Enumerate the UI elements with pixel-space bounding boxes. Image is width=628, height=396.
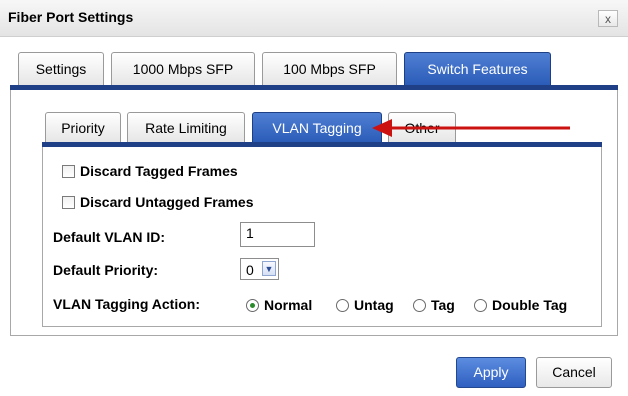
discard-untagged-checkbox[interactable] bbox=[62, 196, 75, 209]
tab-rate-limiting[interactable]: Rate Limiting bbox=[127, 112, 245, 142]
window-title: Fiber Port Settings bbox=[8, 9, 134, 25]
discard-untagged-label: Discard Untagged Frames bbox=[80, 194, 254, 210]
tab-100-mbps-sfp[interactable]: 100 Mbps SFP bbox=[262, 52, 397, 85]
vlan-action-label: VLAN Tagging Action: bbox=[53, 296, 200, 312]
discard-tagged-checkbox[interactable] bbox=[62, 165, 75, 178]
default-vlan-id-input[interactable]: 1 bbox=[240, 222, 315, 247]
tab-switch-features[interactable]: Switch Features bbox=[404, 52, 551, 85]
default-vlan-id-label: Default VLAN ID: bbox=[53, 229, 165, 245]
default-priority-label: Default Priority: bbox=[53, 262, 159, 278]
tab-settings[interactable]: Settings bbox=[18, 52, 104, 85]
radio-normal[interactable] bbox=[246, 299, 259, 312]
default-priority-select[interactable]: 0 ▼ bbox=[240, 258, 279, 280]
radio-untag-label: Untag bbox=[354, 297, 394, 313]
radio-double-tag[interactable] bbox=[474, 299, 487, 312]
radio-untag[interactable] bbox=[336, 299, 349, 312]
tab-vlan-tagging[interactable]: VLAN Tagging bbox=[252, 112, 382, 142]
radio-tag[interactable] bbox=[413, 299, 426, 312]
radio-double-tag-label: Double Tag bbox=[492, 297, 568, 313]
tab-1000-mbps-sfp[interactable]: 1000 Mbps SFP bbox=[111, 52, 255, 85]
radio-normal-label: Normal bbox=[264, 297, 313, 313]
apply-button[interactable]: Apply bbox=[456, 357, 526, 388]
tab-other[interactable]: Other bbox=[388, 112, 456, 142]
radio-tag-label: Tag bbox=[431, 297, 455, 313]
title-bar: Fiber Port Settings x bbox=[0, 0, 628, 37]
close-icon[interactable]: x bbox=[598, 10, 618, 27]
tab-priority[interactable]: Priority bbox=[45, 112, 121, 142]
discard-tagged-label: Discard Tagged Frames bbox=[80, 163, 238, 179]
default-priority-value: 0 bbox=[246, 262, 254, 278]
chevron-down-icon[interactable]: ▼ bbox=[262, 261, 276, 276]
cancel-button[interactable]: Cancel bbox=[536, 357, 612, 388]
